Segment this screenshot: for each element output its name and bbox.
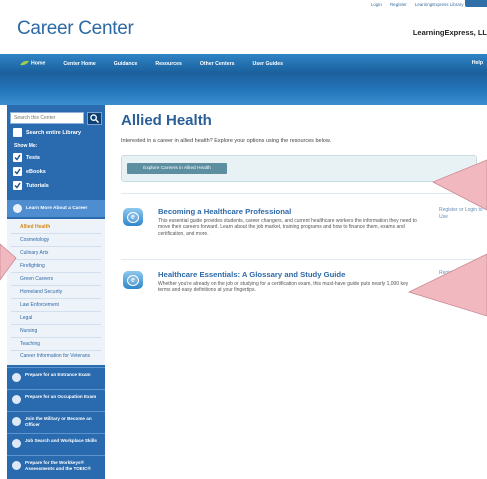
show-me-label: Show Me: <box>14 143 38 149</box>
search-all-label: Search entire Library <box>26 129 82 136</box>
filter-tests-label: Tests <box>26 154 40 161</box>
section-workkeys[interactable]: Prepare for the Workkeys® Assessments an… <box>7 455 105 479</box>
nav-guidance[interactable]: Guidance <box>105 61 147 67</box>
divider <box>11 259 101 260</box>
sidebar-search <box>10 112 102 125</box>
nav-resources[interactable]: Resources <box>146 61 191 67</box>
checkbox-icon[interactable] <box>13 128 22 137</box>
divider <box>11 285 101 286</box>
resource-item: e Becoming a Healthcare Professional Thi… <box>121 207 483 257</box>
nav-other-centers[interactable]: Other Centers <box>191 61 244 67</box>
page-title: Allied Health <box>121 112 212 129</box>
section-workkeys-label: Prepare for the Workkeys® Assessments an… <box>25 460 91 471</box>
site-title[interactable]: Career Center <box>17 18 134 40</box>
career-section-icon <box>13 204 22 213</box>
top-links: Login Register LearningExpress Library C… <box>297 2 487 12</box>
career-list: Allied Health Cosmetology Culinary Arts … <box>7 219 105 365</box>
filter-tests[interactable]: Tests <box>13 153 40 162</box>
divider <box>11 233 101 234</box>
ebook-icon[interactable]: e <box>123 208 143 226</box>
search-icon <box>90 114 99 123</box>
career-item-law-enforcement[interactable]: Law Enforcement <box>20 302 59 308</box>
sidebar: Search entire Library Show Me: Tests eBo… <box>7 105 105 479</box>
search-button[interactable] <box>87 112 102 125</box>
career-item-legal[interactable]: Legal <box>20 315 32 321</box>
filter-ebooks-label: eBooks <box>26 168 46 175</box>
career-item-teaching[interactable]: Teaching <box>20 341 40 347</box>
section-entrance-exam-label: Prepare for an Entrance Exam <box>25 372 91 377</box>
explore-panel: Explore Careers in Allied Health <box>121 155 477 182</box>
divider <box>11 324 101 325</box>
checkbox-checked-icon[interactable] <box>13 153 22 162</box>
register-link[interactable]: Register <box>390 2 407 12</box>
banner <box>0 73 487 105</box>
explore-careers-button[interactable]: Explore Careers in Allied Health <box>127 163 227 174</box>
filter-ebooks[interactable]: eBooks <box>13 167 46 176</box>
section-occupation-exam[interactable]: Prepare for an Occupation Exam <box>7 389 105 411</box>
section-entrance-exam[interactable]: Prepare for an Entrance Exam <box>7 367 105 389</box>
divider <box>11 337 101 338</box>
section-job-search[interactable]: Job Search and Workplace Skills <box>7 433 105 455</box>
career-item-veterans[interactable]: Career Information for Veterans <box>20 353 98 359</box>
ebook-icon[interactable]: e <box>123 271 143 289</box>
section-military[interactable]: Join the Military or Become an Officer <box>7 411 105 433</box>
library-link[interactable]: LearningExpress Library <box>415 2 464 12</box>
nav-user-guides[interactable]: User Guides <box>243 61 292 67</box>
filter-tutorials-label: Tutorials <box>26 182 49 189</box>
section-icon <box>12 439 21 448</box>
search-input[interactable] <box>10 112 84 124</box>
checkbox-checked-icon[interactable] <box>13 181 22 190</box>
resource-title[interactable]: Healthcare Essentials: A Glossary and St… <box>158 270 345 279</box>
nav-home[interactable]: Home <box>0 60 54 67</box>
intro-text: Interested in a career in allied health?… <box>121 138 332 144</box>
career-item-cosmetology[interactable]: Cosmetology <box>20 237 49 243</box>
career-item-firefighting[interactable]: Firefighting <box>20 263 45 269</box>
resource-description: This essential guide provides students, … <box>158 218 417 237</box>
home-leaf-icon <box>20 61 29 66</box>
callout-arrow <box>0 243 17 281</box>
section-job-search-label: Job Search and Workplace Skills <box>25 438 97 443</box>
divider <box>11 298 101 299</box>
callout-arrow <box>432 159 487 211</box>
checkbox-checked-icon[interactable] <box>13 167 22 176</box>
login-link[interactable]: Login <box>371 2 382 12</box>
section-icon <box>12 461 21 470</box>
section-military-label: Join the Military or Become an Officer <box>25 416 92 427</box>
divider <box>121 193 477 194</box>
career-item-allied-health[interactable]: Allied Health <box>20 224 50 230</box>
section-icon <box>12 373 21 382</box>
brand-name: LearningExpress, LL <box>412 28 487 37</box>
divider <box>11 246 101 247</box>
section-occupation-exam-label: Prepare for an Occupation Exam <box>25 394 97 399</box>
learn-more-header[interactable]: Learn More About a Career <box>7 200 105 217</box>
contact-link[interactable]: Contact <box>471 2 487 12</box>
divider <box>11 350 101 351</box>
divider <box>11 311 101 312</box>
nav-center-home[interactable]: Center Home <box>54 61 104 67</box>
nav-home-label: Home <box>31 60 46 67</box>
filter-tutorials[interactable]: Tutorials <box>13 181 49 190</box>
divider <box>11 272 101 273</box>
search-all-toggle[interactable]: Search entire Library <box>13 128 81 137</box>
resource-description: Whether you're already on the job or stu… <box>158 281 409 294</box>
resource-title[interactable]: Becoming a Healthcare Professional <box>158 207 291 216</box>
career-item-green-careers[interactable]: Green Careers <box>20 276 53 282</box>
career-item-homeland-security[interactable]: Homeland Security <box>20 289 62 295</box>
career-item-culinary-arts[interactable]: Culinary Arts <box>20 250 48 256</box>
main-nav: Home Center Home Guidance Resources Othe… <box>0 54 487 73</box>
learn-more-label: Learn More About a Career <box>26 205 88 211</box>
nav-help[interactable]: Help <box>472 60 483 66</box>
section-icon <box>12 417 21 426</box>
callout-arrow <box>407 253 487 317</box>
career-item-nursing[interactable]: Nursing <box>20 328 37 334</box>
section-icon <box>12 395 21 404</box>
